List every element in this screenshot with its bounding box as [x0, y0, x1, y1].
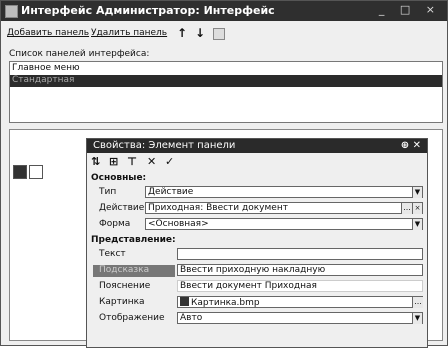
list-item-standard[interactable]: Стандартная	[10, 75, 442, 87]
window-title: Интерфейс Администратор: Интерфейс	[21, 4, 275, 17]
properties-dialog: Свойства: Элемент панели ⊕ ✕ ⇅ ⊞ ⊤ ✕ ✓ О…	[86, 138, 428, 348]
type-dropdown-icon[interactable]: ▼	[412, 187, 422, 198]
hint-value: Ввести документ Приходная	[180, 281, 317, 291]
action-value: Приходная: Ввести документ	[148, 203, 288, 213]
hint-field[interactable]: Ввести документ Приходная	[177, 280, 423, 292]
remove-panel-button[interactable]: Удалить панель	[91, 28, 167, 38]
display-value: Авто	[180, 313, 203, 323]
app-icon	[5, 5, 18, 18]
action-label: Действие	[99, 203, 145, 213]
display-label: Отображение	[99, 313, 165, 323]
properties-title: Свойства: Элемент панели	[93, 140, 236, 151]
picture-thumbnail-icon	[180, 297, 189, 306]
form-dropdown-icon[interactable]: ▼	[412, 219, 422, 230]
move-down-icon[interactable]: ↓	[195, 26, 205, 40]
picture-select-icon[interactable]: ...	[412, 297, 423, 308]
panel-picture-icon[interactable]	[13, 165, 27, 179]
properties-close-icon[interactable]: ⊕ ✕	[401, 140, 421, 151]
move-up-icon[interactable]: ↑	[177, 26, 187, 40]
form-label: Форма	[99, 219, 131, 229]
hint-label: Пояснение	[99, 281, 151, 291]
section-main[interactable]: Основные:	[91, 173, 146, 183]
categories-icon[interactable]: ⊞	[109, 155, 118, 168]
picture-value: Картинка.bmp	[191, 298, 260, 308]
form-field[interactable]: <Основная>	[145, 218, 423, 230]
list-item-main-menu[interactable]: Главное меню	[12, 63, 80, 73]
panel-button-icon[interactable]	[29, 165, 43, 179]
action-clear-icon[interactable]: ×	[412, 203, 422, 214]
section-view[interactable]: Представление:	[91, 235, 176, 245]
form-value: <Основная>	[148, 219, 209, 229]
type-field[interactable]: Действие	[145, 186, 423, 198]
display-dropdown-icon[interactable]: ▼	[412, 313, 422, 324]
sort-icon[interactable]: ⇅	[91, 155, 100, 168]
add-panel-button[interactable]: Добавить панель	[7, 28, 89, 38]
main-toolbar: Добавить панель Удалить панель ↑ ↓	[1, 23, 447, 43]
filter-icon[interactable]: ⊤	[127, 155, 137, 168]
main-window: Интерфейс Администратор: Интерфейс _ □ ×…	[0, 0, 448, 348]
window-titlebar[interactable]: Интерфейс Администратор: Интерфейс _ □ ×	[1, 1, 447, 21]
picture-field[interactable]: Картинка.bmp	[177, 296, 423, 308]
properties-icon[interactable]	[213, 28, 225, 40]
panel-list-label: Список панелей интерфейса:	[9, 49, 150, 59]
cancel-icon[interactable]: ✕	[147, 155, 156, 168]
type-value: Действие	[148, 187, 194, 197]
display-field[interactable]: Авто	[177, 312, 423, 324]
tooltip-value: Ввести приходную накладную	[180, 265, 326, 275]
properties-titlebar[interactable]: Свойства: Элемент панели ⊕ ✕	[87, 139, 427, 153]
text-field[interactable]	[177, 248, 423, 260]
confirm-icon[interactable]: ✓	[165, 155, 174, 168]
tooltip-label: Подсказка	[93, 265, 175, 277]
action-field[interactable]: Приходная: Ввести документ	[145, 202, 423, 214]
type-label: Тип	[99, 187, 117, 197]
panel-list[interactable]: Главное меню Стандартная	[9, 61, 443, 123]
action-select-icon[interactable]: ...	[401, 203, 412, 214]
tooltip-field[interactable]: Ввести приходную накладную	[177, 264, 423, 276]
window-controls[interactable]: _ □ ×	[379, 3, 441, 16]
text-label: Текст	[99, 249, 126, 259]
picture-label: Картинка	[99, 297, 145, 307]
